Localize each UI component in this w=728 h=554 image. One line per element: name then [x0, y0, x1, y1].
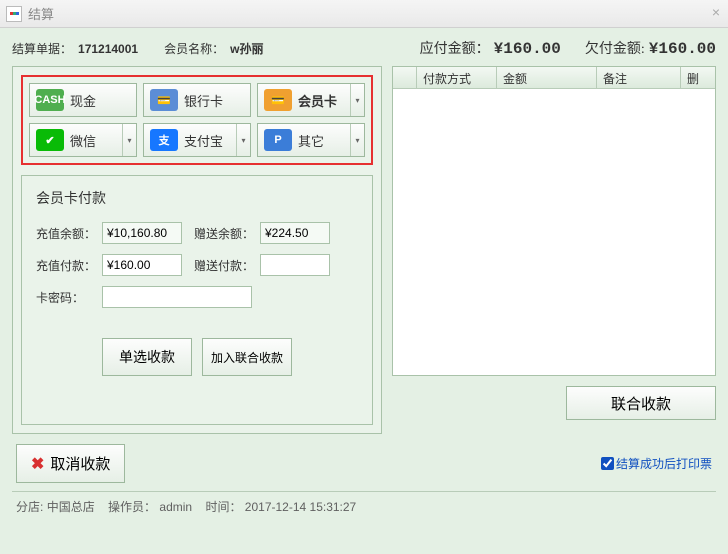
chevron-down-icon[interactable]: ▾ — [350, 84, 364, 116]
pay-wechat-label: 微信 — [70, 131, 122, 150]
bonus-pay-field[interactable] — [260, 254, 330, 276]
pay-member-button[interactable]: 💳 会员卡 ▾ — [257, 83, 365, 117]
recharge-pay-field[interactable] — [102, 254, 182, 276]
cancel-x-icon: ✖ — [31, 454, 44, 474]
recharge-balance-label: 充值余额： — [36, 225, 98, 242]
app-icon — [6, 6, 22, 22]
print-after-input[interactable] — [601, 457, 614, 470]
recharge-pay-label: 充值付款： — [36, 257, 98, 274]
pay-other-button[interactable]: P 其它 ▾ — [257, 123, 365, 157]
due-value: ¥160.00 — [494, 40, 561, 58]
pay-alipay-label: 支付宝 — [184, 131, 236, 150]
card-pwd-label: 卡密码： — [36, 289, 98, 306]
col-amount[interactable]: 金额 — [497, 67, 597, 88]
order-value: 171214001 — [78, 42, 138, 56]
chevron-down-icon[interactable]: ▾ — [350, 124, 364, 156]
card-password-field[interactable] — [102, 286, 252, 308]
recharge-balance-field — [102, 222, 182, 244]
print-after-label: 结算成功后打印票 — [616, 455, 712, 472]
member-panel-title: 会员卡付款 — [36, 188, 358, 208]
bonus-pay-label: 赠送付款： — [194, 257, 256, 274]
pay-bank-button[interactable]: 💳 银行卡 — [143, 83, 251, 117]
right-panel: 付款方式 金额 备注 删 联合收款 — [392, 66, 716, 434]
member-card-icon: 💳 — [264, 89, 292, 111]
cancel-label: 取消收款 — [50, 453, 110, 474]
member-card-panel: 会员卡付款 充值余额： 赠送余额： 充值付款： 赠送付款： 卡密码： — [21, 175, 373, 425]
operator-label: 操作员： — [108, 500, 156, 514]
operator-value: admin — [159, 500, 192, 514]
due-label: 应付金额： — [420, 38, 490, 58]
pay-cash-label: 现金 — [70, 91, 136, 110]
bonus-balance-field — [260, 222, 330, 244]
owed-value: ¥160.00 — [649, 40, 716, 58]
table-header: 付款方式 金额 备注 删 — [393, 67, 715, 89]
branch-label: 分店: — [16, 500, 43, 514]
header-row: 结算单据： 171214001 会员名称： w孙丽 应付金额： ¥160.00 … — [12, 38, 716, 58]
payment-methods: CASH 现金 💳 银行卡 💳 会员卡 ▾ ✔ 微信 ▾ — [21, 75, 373, 165]
col-delete[interactable]: 删 — [681, 67, 715, 88]
pay-member-label: 会员卡 — [298, 91, 350, 110]
col-remark[interactable]: 备注 — [597, 67, 681, 88]
alipay-icon: 支 — [150, 129, 178, 151]
left-panel: CASH 现金 💳 银行卡 💳 会员卡 ▾ ✔ 微信 ▾ — [12, 66, 382, 434]
payment-table: 付款方式 金额 备注 删 — [392, 66, 716, 376]
time-label: 时间： — [205, 500, 241, 514]
pay-wechat-button[interactable]: ✔ 微信 ▾ — [29, 123, 137, 157]
col-blank — [393, 67, 417, 88]
order-label: 结算单据： — [12, 40, 72, 57]
cash-icon: CASH — [36, 89, 64, 111]
member-label: 会员名称： — [164, 40, 224, 57]
print-after-checkbox[interactable]: 结算成功后打印票 — [601, 455, 712, 472]
close-icon[interactable]: × — [712, 4, 720, 20]
pay-cash-button[interactable]: CASH 现金 — [29, 83, 137, 117]
col-method[interactable]: 付款方式 — [417, 67, 497, 88]
chevron-down-icon[interactable]: ▾ — [236, 124, 250, 156]
time-value: 2017-12-14 15:31:27 — [245, 500, 356, 514]
single-collect-button[interactable]: 单选收款 — [102, 338, 192, 376]
combined-collect-button[interactable]: 联合收款 — [566, 386, 716, 420]
pay-other-label: 其它 — [298, 131, 350, 150]
pay-alipay-button[interactable]: 支 支付宝 ▾ — [143, 123, 251, 157]
status-bar: 分店: 中国总店 操作员： admin 时间： 2017-12-14 15:31… — [12, 491, 716, 515]
window-title: 结算 — [28, 4, 54, 23]
bank-card-icon: 💳 — [150, 89, 178, 111]
other-pay-icon: P — [264, 129, 292, 151]
add-combined-button[interactable]: 加入联合收款 — [202, 338, 292, 376]
branch-value: 中国总店 — [47, 500, 95, 514]
cancel-collect-button[interactable]: ✖ 取消收款 — [16, 444, 125, 483]
titlebar: 结算 × — [0, 0, 728, 28]
wechat-icon: ✔ — [36, 129, 64, 151]
member-value: w孙丽 — [230, 40, 263, 57]
owed-label: 欠付金额: — [585, 38, 645, 58]
chevron-down-icon[interactable]: ▾ — [122, 124, 136, 156]
pay-bank-label: 银行卡 — [184, 91, 250, 110]
bonus-balance-label: 赠送余额： — [194, 225, 256, 242]
